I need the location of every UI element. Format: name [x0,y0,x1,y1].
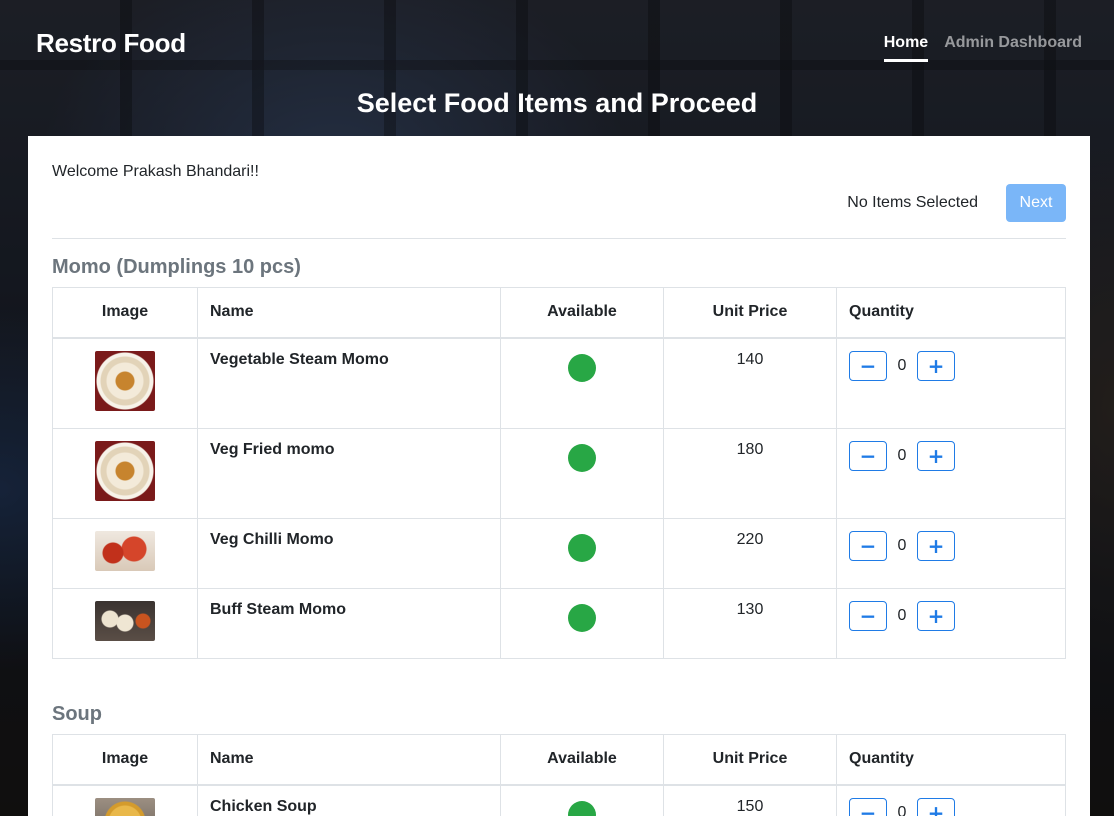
decrease-quantity-button[interactable]: − [849,350,887,381]
quantity-stepper: − 0 + [849,440,1053,471]
minus-icon: − [859,603,877,628]
decrease-quantity-button[interactable]: − [849,440,887,471]
selection-status: No Items Selected [847,194,978,211]
increase-quantity-button[interactable]: + [917,350,955,381]
minus-icon: − [859,443,877,468]
column-header-quantity: Quantity [836,734,1066,786]
item-availability [500,337,664,429]
item-availability [500,784,664,816]
column-header-image: Image [52,734,198,786]
quantity-value: 0 [897,446,907,464]
table-header-row: Image Name Available Unit Price Quantity [52,734,1066,786]
increase-quantity-button[interactable]: + [917,600,955,631]
item-quantity-cell: − 0 + [836,337,1066,429]
nav-links: Home Admin Dashboard [883,34,1082,62]
item-price: 140 [663,337,837,429]
quantity-stepper: − 0 + [849,797,1053,816]
menu-card: Welcome Prakash Bhandari!! No Items Sele… [28,136,1090,816]
quantity-value: 0 [897,356,907,374]
table-row: Chicken Soup 150 − 0 + [52,784,1066,816]
item-price: 150 [663,784,837,816]
item-availability [500,427,664,519]
quantity-value: 0 [897,606,907,624]
decrease-quantity-button[interactable]: − [849,530,887,561]
plus-icon: + [927,353,945,378]
column-header-name: Name [197,287,501,339]
column-header-unit-price: Unit Price [663,287,837,339]
welcome-message: Welcome Prakash Bhandari!! [52,163,259,180]
nav-link-home[interactable]: Home [883,34,929,62]
section-title-momo: Momo (Dumplings 10 pcs) [52,256,301,278]
decrease-quantity-button[interactable]: − [849,797,887,816]
item-quantity-cell: − 0 + [836,587,1066,659]
plus-icon: + [927,533,945,558]
quantity-value: 0 [897,803,907,816]
plus-icon: + [927,800,945,816]
available-indicator-icon [568,533,596,562]
quantity-stepper: − 0 + [849,600,1053,631]
item-price: 220 [663,517,837,589]
item-image-cell [52,784,198,816]
available-indicator-icon [568,603,596,632]
minus-icon: − [859,533,877,558]
item-price: 130 [663,587,837,659]
buff-momo-photo [95,600,155,641]
decrease-quantity-button[interactable]: − [849,600,887,631]
quantity-value: 0 [897,536,907,554]
item-name: Veg Chilli Momo [197,517,501,589]
increase-quantity-button[interactable]: + [917,530,955,561]
navbar: Restro Food Home Admin Dashboard [0,0,1114,90]
item-name: Buff Steam Momo [197,587,501,659]
item-image-cell [52,587,198,659]
column-header-available: Available [500,734,664,786]
minus-icon: − [859,353,877,378]
table-row: Veg Chilli Momo 220 − 0 + [52,517,1066,589]
table-row: Vegetable Steam Momo 140 − 0 + [52,337,1066,429]
item-image-cell [52,517,198,589]
quantity-stepper: − 0 + [849,530,1053,561]
fried-momo-photo [95,440,155,501]
item-quantity-cell: − 0 + [836,784,1066,816]
column-header-available: Available [500,287,664,339]
menu-table-momo: Image Name Available Unit Price Quantity… [52,287,1066,659]
item-image-cell [52,427,198,519]
selection-bar: No Items Selected Next [847,184,1066,222]
item-quantity-cell: − 0 + [836,517,1066,589]
divider [52,238,1066,239]
column-header-unit-price: Unit Price [663,734,837,786]
item-price: 180 [663,427,837,519]
item-name: Vegetable Steam Momo [197,337,501,429]
item-image-cell [52,337,198,429]
item-availability [500,587,664,659]
minus-icon: − [859,800,877,816]
brand-logo[interactable]: Restro Food [36,28,186,59]
section-title-soup: Soup [52,703,102,725]
plus-icon: + [927,443,945,468]
nav-link-admin-dashboard[interactable]: Admin Dashboard [944,34,1082,62]
available-indicator-icon [568,353,596,382]
increase-quantity-button[interactable]: + [917,440,955,471]
table-header-row: Image Name Available Unit Price Quantity [52,287,1066,339]
table-row: Buff Steam Momo 130 − 0 + [52,587,1066,659]
item-availability [500,517,664,589]
column-header-image: Image [52,287,198,339]
table-row: Veg Fried momo 180 − 0 + [52,427,1066,519]
column-header-quantity: Quantity [836,287,1066,339]
column-header-name: Name [197,734,501,786]
item-name: Veg Fried momo [197,427,501,519]
steam-momo-photo [95,350,155,411]
available-indicator-icon [568,443,596,472]
available-indicator-icon [568,800,596,816]
increase-quantity-button[interactable]: + [917,797,955,816]
quantity-stepper: − 0 + [849,350,1053,381]
chilli-momo-photo [95,530,155,571]
next-button[interactable]: Next [1006,184,1066,222]
page-title: Select Food Items and Proceed [356,88,758,118]
chicken-soup-photo [95,797,155,816]
plus-icon: + [927,603,945,628]
item-name: Chicken Soup [197,784,501,816]
item-quantity-cell: − 0 + [836,427,1066,519]
menu-table-soup: Image Name Available Unit Price Quantity… [52,734,1066,816]
